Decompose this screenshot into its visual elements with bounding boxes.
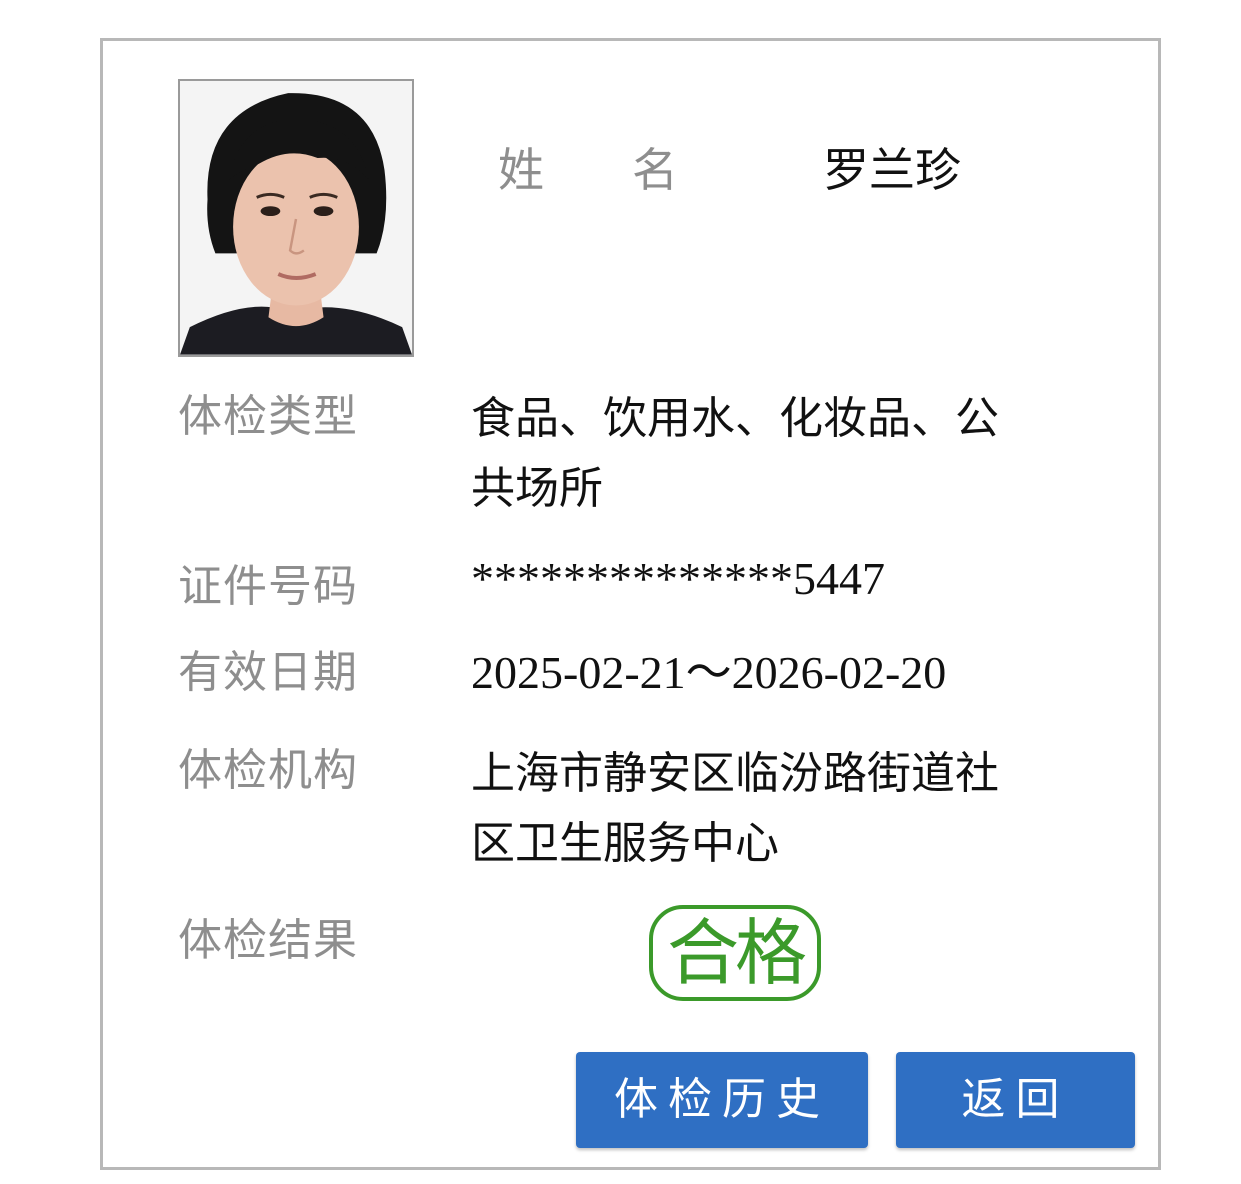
name-label-char: 姓 bbox=[498, 143, 544, 197]
pass-stamp: 合格 bbox=[649, 905, 821, 1001]
institution-value-line1: 上海市静安区临汾路街道社 bbox=[471, 748, 999, 799]
result-label: 体检结果 bbox=[178, 915, 358, 966]
exam-type-value-line1: 食品、饮用水、化妆品、公 bbox=[471, 393, 999, 444]
institution-value-line2: 区卫生服务中心 bbox=[471, 818, 779, 869]
validity-label: 有效日期 bbox=[178, 647, 358, 698]
id-number-value: **************5447 bbox=[471, 553, 885, 604]
exam-history-button[interactable]: 体检历史 bbox=[576, 1052, 868, 1148]
health-certificate-card: 姓 名 罗兰珍 体检类型 食品、饮用水、化妆品、公 共场所 证件号码 *****… bbox=[100, 38, 1161, 1170]
id-number-label: 证件号码 bbox=[178, 561, 358, 612]
validity-value: 2025-02-21～2026-02-20 bbox=[471, 647, 947, 698]
exam-type-label: 体检类型 bbox=[178, 391, 358, 442]
exam-type-value-line2: 共场所 bbox=[471, 463, 603, 514]
back-button[interactable]: 返回 bbox=[896, 1052, 1135, 1148]
name-value: 罗兰珍 bbox=[823, 143, 961, 197]
institution-label: 体检机构 bbox=[178, 745, 358, 796]
name-label-char: 名 bbox=[632, 143, 678, 197]
id-photo bbox=[178, 79, 414, 357]
name-label: 姓 名 bbox=[498, 147, 678, 193]
portrait-image bbox=[180, 81, 412, 355]
